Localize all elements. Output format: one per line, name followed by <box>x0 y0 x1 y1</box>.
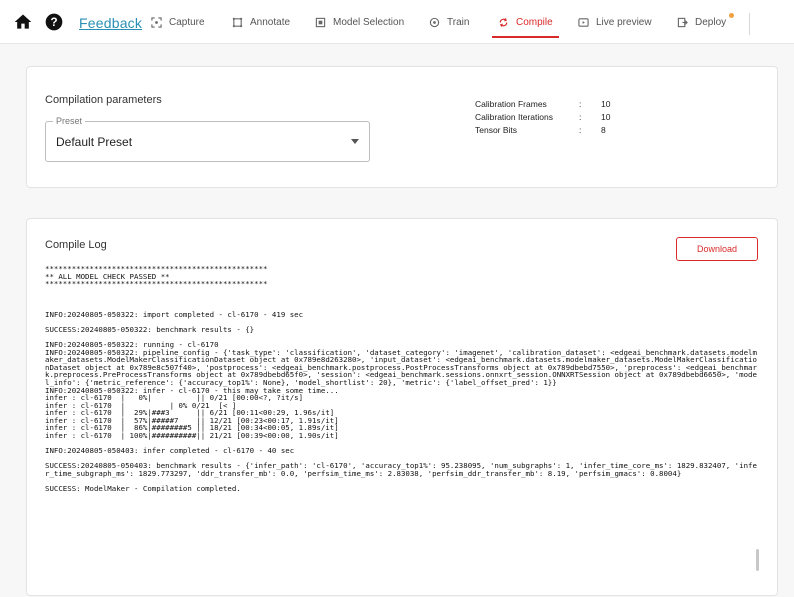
compile-log-card: Compile Log Download *******************… <box>26 218 778 596</box>
stat-calibration-frames: Calibration Frames : 10 <box>475 99 625 112</box>
log-line: ****************************************… <box>45 279 268 289</box>
capture-icon <box>151 16 162 28</box>
compile-log-output[interactable]: ****************************************… <box>45 265 760 581</box>
log-line: INFO:20240805-050322: pipeline_config - … <box>45 347 757 387</box>
stat-value: 10 <box>601 112 611 122</box>
stat-label: Calibration Frames <box>475 99 547 109</box>
stat-calibration-iterations: Calibration Iterations : 10 <box>475 112 625 125</box>
tab-capture-label: Capture <box>169 16 205 28</box>
live-preview-icon <box>578 17 589 27</box>
deploy-icon <box>677 17 688 27</box>
stat-value: 8 <box>601 125 606 135</box>
train-icon <box>429 17 440 27</box>
feedback-link[interactable]: Feedback <box>79 15 142 31</box>
home-icon[interactable] <box>13 12 33 32</box>
tab-capture[interactable]: Capture <box>151 0 205 44</box>
compile-icon <box>499 17 508 27</box>
preset-label: Preset <box>53 116 86 126</box>
stat-colon: : <box>579 112 582 122</box>
download-button[interactable]: Download <box>676 237 758 261</box>
tab-annotate-label: Annotate <box>250 16 291 28</box>
tab-train[interactable]: Train <box>429 0 469 44</box>
compilation-parameters-title: Compilation parameters <box>45 94 162 106</box>
preset-select[interactable]: Preset Default Preset <box>45 116 370 162</box>
compilation-stats: Calibration Frames : 10 Calibration Iter… <box>475 99 625 138</box>
tab-model-selection-label: Model Selection <box>333 16 405 28</box>
nav-divider <box>749 13 750 35</box>
top-navigation-bar: ? Feedback Capture Annotate Model Select… <box>0 0 794 44</box>
compile-log-title: Compile Log <box>45 239 107 251</box>
stat-value: 10 <box>601 99 611 109</box>
tab-deploy[interactable]: Deploy <box>677 0 735 44</box>
compilation-parameters-card: Compilation parameters Preset Default Pr… <box>26 66 778 188</box>
tab-live-preview-label: Live preview <box>596 16 652 28</box>
tab-train-label: Train <box>447 16 470 28</box>
help-icon[interactable]: ? <box>44 12 64 32</box>
log-line: SUCCESS:20240805-050322: benchmark resul… <box>45 324 255 334</box>
stat-colon: : <box>579 125 582 135</box>
log-line: infer : cl-6170 | 100%|##########|| 21/2… <box>45 431 339 441</box>
model-selection-icon <box>315 17 326 27</box>
tab-annotate[interactable]: Annotate <box>232 0 290 44</box>
dropdown-arrow-icon <box>351 139 359 144</box>
log-line: INFO:20240805-050403: infer completed - … <box>45 446 295 456</box>
log-line: SUCCESS: ModelMaker - Compilation comple… <box>45 484 241 494</box>
log-line: SUCCESS:20240805-050403: benchmark resul… <box>45 461 757 479</box>
svg-text:?: ? <box>50 16 57 29</box>
deploy-notification-badge <box>729 13 735 18</box>
stat-colon: : <box>579 99 582 109</box>
stat-label: Calibration Iterations <box>475 112 553 122</box>
tab-deploy-label: Deploy <box>695 16 727 28</box>
active-tab-indicator <box>492 36 559 38</box>
preset-value: Default Preset <box>56 135 133 149</box>
tab-compile[interactable]: Compile <box>492 0 559 44</box>
stat-tensor-bits: Tensor Bits : 8 <box>475 125 625 138</box>
tab-compile-label: Compile <box>516 16 553 28</box>
log-scrollbar[interactable] <box>756 549 759 571</box>
tab-model-selection[interactable]: Model Selection <box>315 0 404 44</box>
annotate-icon <box>232 17 243 27</box>
stat-label: Tensor Bits <box>475 125 518 135</box>
log-line: INFO:20240805-050322: import completed -… <box>45 309 304 319</box>
tab-live-preview[interactable]: Live preview <box>578 0 652 44</box>
